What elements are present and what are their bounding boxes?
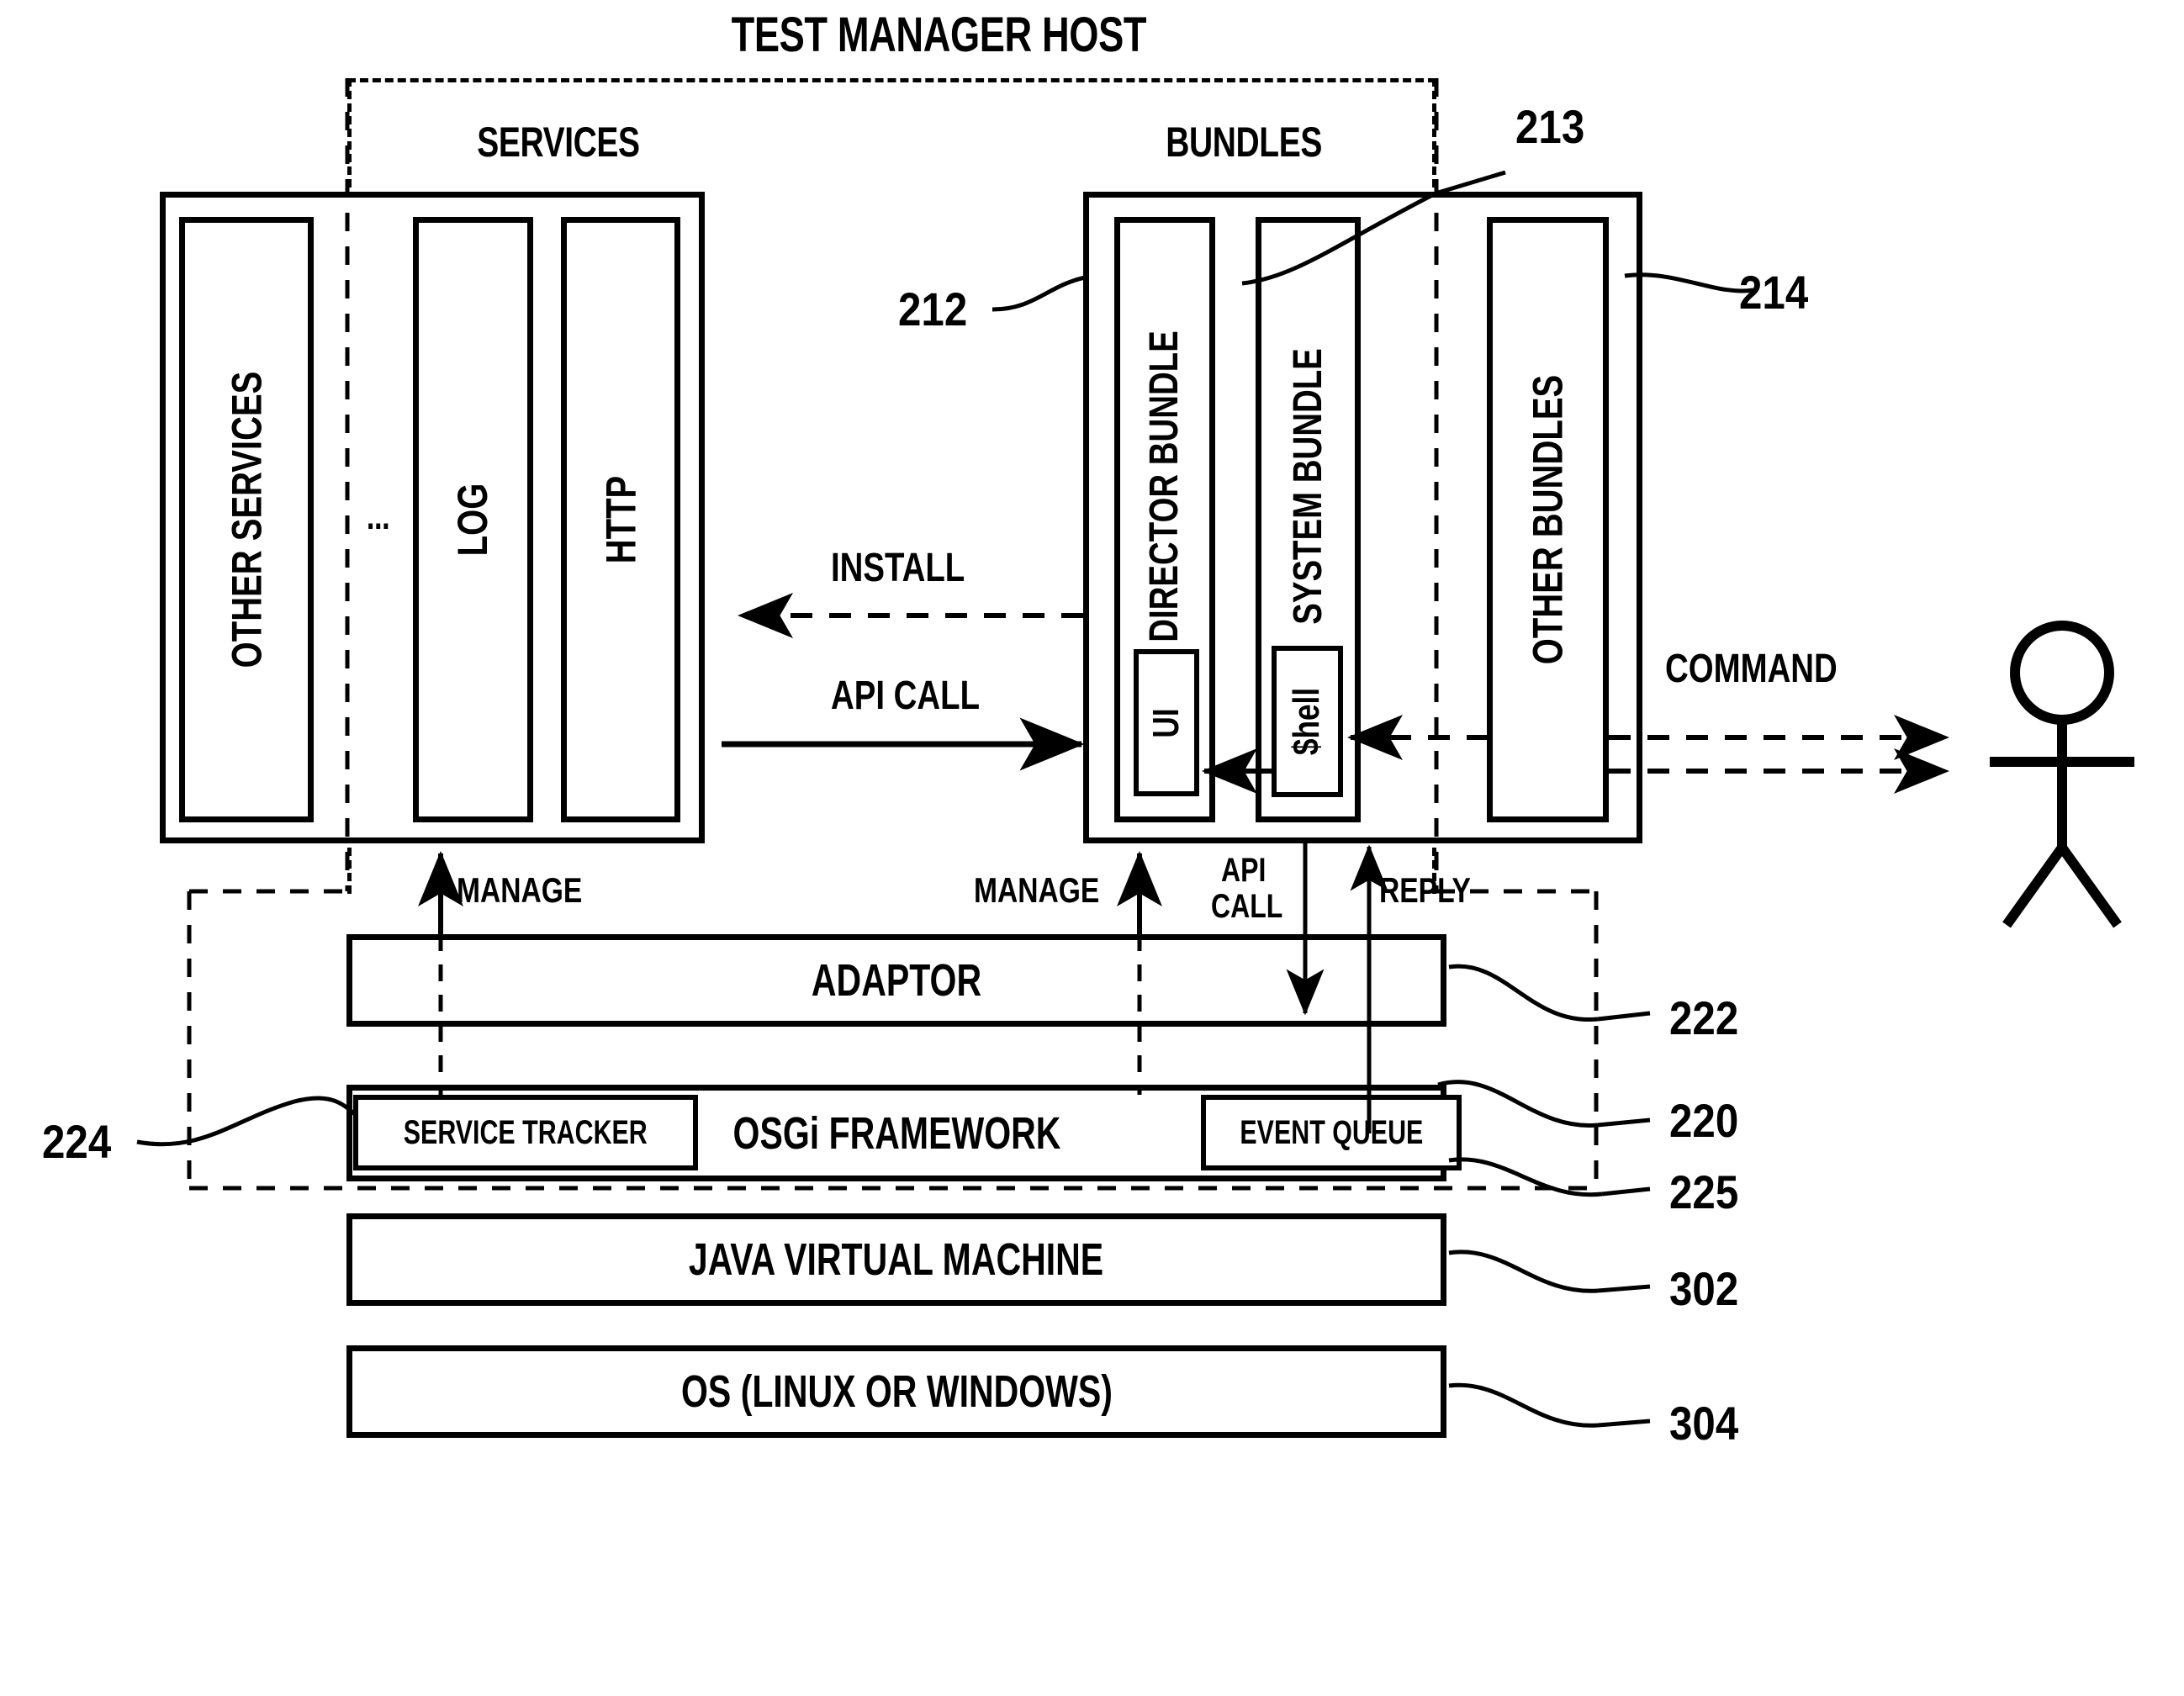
bundles-section-label: BUNDLES — [1166, 119, 1322, 166]
other-bundles-label: OTHER BUNDLES — [1524, 374, 1572, 665]
reply-label: REPLY — [1379, 870, 1471, 910]
services-ellipsis: ... — [366, 496, 390, 537]
patent-figure-canvas: TEST MANAGER HOST SERVICES BUNDLES OTHER… — [0, 0, 2184, 1696]
log-service-label: LOG — [449, 483, 497, 557]
ref-214: 214 — [1739, 266, 1809, 319]
install-arrow-label: INSTALL — [831, 546, 965, 590]
adaptor-label: ADAPTOR — [811, 955, 982, 1006]
manage-left-label: MANAGE — [457, 870, 583, 910]
ref-225: 225 — [1669, 1165, 1739, 1218]
other-services-label: OTHER SERVICES — [223, 371, 271, 668]
command-arrow-label: COMMAND — [1665, 647, 1838, 691]
user-actor — [1990, 621, 2134, 928]
ref-212: 212 — [898, 283, 968, 336]
jvm-label: JAVA VIRTUAL MACHINE — [689, 1234, 1104, 1285]
ref-302: 302 — [1669, 1262, 1739, 1315]
ref-224: 224 — [42, 1115, 112, 1168]
ref-304: 304 — [1669, 1397, 1739, 1450]
api-call-arrow-label: API CALL — [831, 674, 981, 718]
shell-label: $hell — [1286, 687, 1328, 756]
api-call-down-label-line1: API — [1221, 852, 1267, 889]
http-service-label: HTTP — [596, 475, 644, 564]
ui-label: UI — [1145, 707, 1187, 738]
page-title: TEST MANAGER HOST — [731, 8, 1147, 62]
api-call-down-label-line2: CALL — [1211, 888, 1283, 925]
service-tracker-label: SERVICE TRACKER — [404, 1113, 648, 1151]
manage-right-label: MANAGE — [974, 870, 1100, 910]
ref-222: 222 — [1669, 991, 1739, 1044]
event-queue-label: EVENT QUEUE — [1240, 1113, 1423, 1151]
os-label: OS (LINUX OR WINDOWS) — [680, 1366, 1113, 1417]
ref-213: 213 — [1515, 100, 1585, 153]
ref-220: 220 — [1669, 1094, 1739, 1147]
services-section-label: SERVICES — [477, 119, 640, 166]
